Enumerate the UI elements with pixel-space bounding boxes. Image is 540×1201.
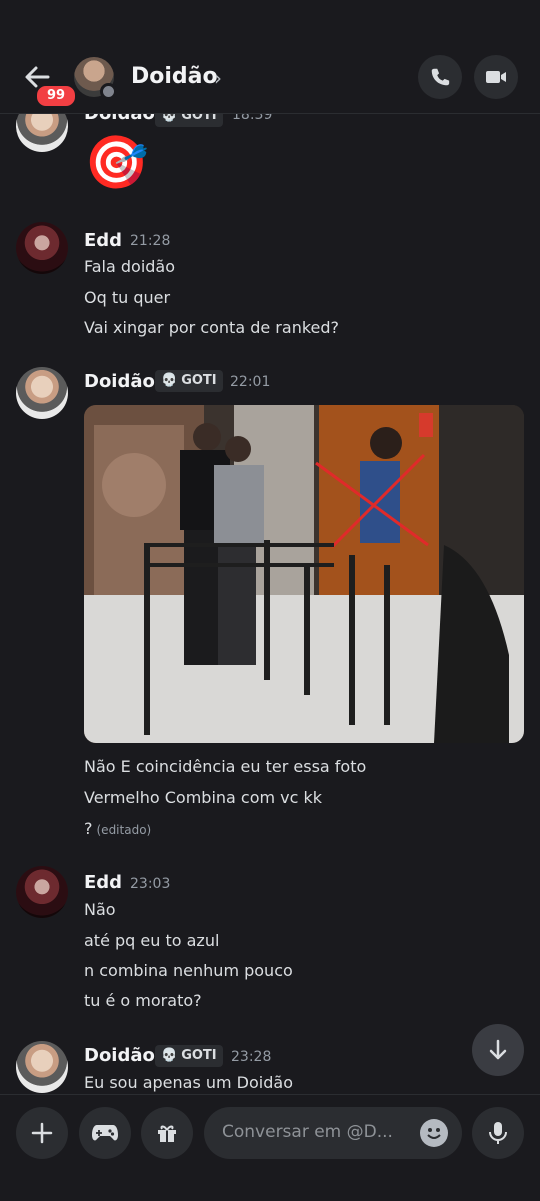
voice-message-button[interactable] xyxy=(472,1107,524,1159)
author-name[interactable]: Doidão xyxy=(84,1045,155,1066)
chat-header: 99 Doidão › xyxy=(0,0,540,114)
video-call-icon xyxy=(486,71,506,83)
tag-label: GOTI xyxy=(181,1048,217,1063)
timestamp: 21:28 xyxy=(130,233,171,249)
timestamp: 23:03 xyxy=(130,876,171,892)
message-text[interactable]: tu é o morato? xyxy=(84,991,202,1010)
message-input[interactable]: Conversar em @D... xyxy=(204,1107,462,1159)
unread-badge: 99 xyxy=(34,83,78,109)
author-name[interactable]: Edd xyxy=(84,872,122,893)
edited-label: (editado) xyxy=(96,823,152,837)
avatar[interactable] xyxy=(16,367,68,419)
emoji-icon[interactable] xyxy=(420,1119,448,1147)
voice-call-button[interactable] xyxy=(418,55,462,99)
skull-icon: 💀 xyxy=(161,373,178,388)
message-text[interactable]: Oq tu quer xyxy=(84,288,170,307)
server-tag[interactable]: 💀 GOTI xyxy=(155,370,223,392)
message-text-content: ? xyxy=(84,819,93,838)
author-name[interactable]: Doidão xyxy=(84,371,155,392)
message-text[interactable]: Não E coincidência eu ter essa foto xyxy=(84,757,366,776)
activities-button[interactable] xyxy=(79,1107,131,1159)
add-attachment-button[interactable] xyxy=(16,1107,68,1159)
message-text[interactable]: Vermelho Combina com vc kk xyxy=(84,788,322,807)
message-text[interactable]: Fala doidão xyxy=(84,257,175,276)
voice-call-icon xyxy=(431,68,450,86)
server-tag[interactable]: 💀 GOTI xyxy=(155,1045,223,1067)
status-indicator xyxy=(100,83,117,100)
timestamp: 23:28 xyxy=(231,1049,272,1065)
message-text[interactable]: até pq eu to azul xyxy=(84,931,219,950)
message-text[interactable]: Eu sou apenas um Doidão xyxy=(84,1073,293,1092)
author-name[interactable]: Edd xyxy=(84,230,122,251)
message-text[interactable]: Não xyxy=(84,900,116,919)
message-input-placeholder: Conversar em @D... xyxy=(222,1122,393,1142)
gift-icon xyxy=(158,1125,176,1142)
message-composer: Conversar em @D... xyxy=(0,1094,540,1201)
message-text[interactable]: ? (editado) xyxy=(84,819,151,838)
skull-icon: 💀 xyxy=(161,1048,178,1063)
image-attachment[interactable] xyxy=(84,405,524,743)
timestamp: 22:01 xyxy=(230,374,271,390)
jump-to-present-button[interactable] xyxy=(472,1024,524,1076)
page-title[interactable]: Doidão xyxy=(131,64,218,89)
avatar[interactable] xyxy=(16,866,68,918)
avatar[interactable] xyxy=(16,1041,68,1093)
message-text[interactable]: 🎯 xyxy=(84,131,149,195)
tag-label: GOTI xyxy=(181,373,217,388)
arrow-down-icon xyxy=(489,1039,507,1060)
video-call-button[interactable] xyxy=(474,55,518,99)
microphone-icon xyxy=(489,1122,507,1144)
gamepad-icon xyxy=(92,1125,118,1141)
plus-icon xyxy=(31,1122,53,1144)
message-text[interactable]: Vai xingar por conta de ranked? xyxy=(84,318,339,337)
avatar[interactable] xyxy=(16,222,68,274)
chevron-right-icon[interactable]: › xyxy=(214,66,222,90)
gift-button[interactable] xyxy=(141,1107,193,1159)
message-text[interactable]: n combina nenhum pouco xyxy=(84,961,293,980)
